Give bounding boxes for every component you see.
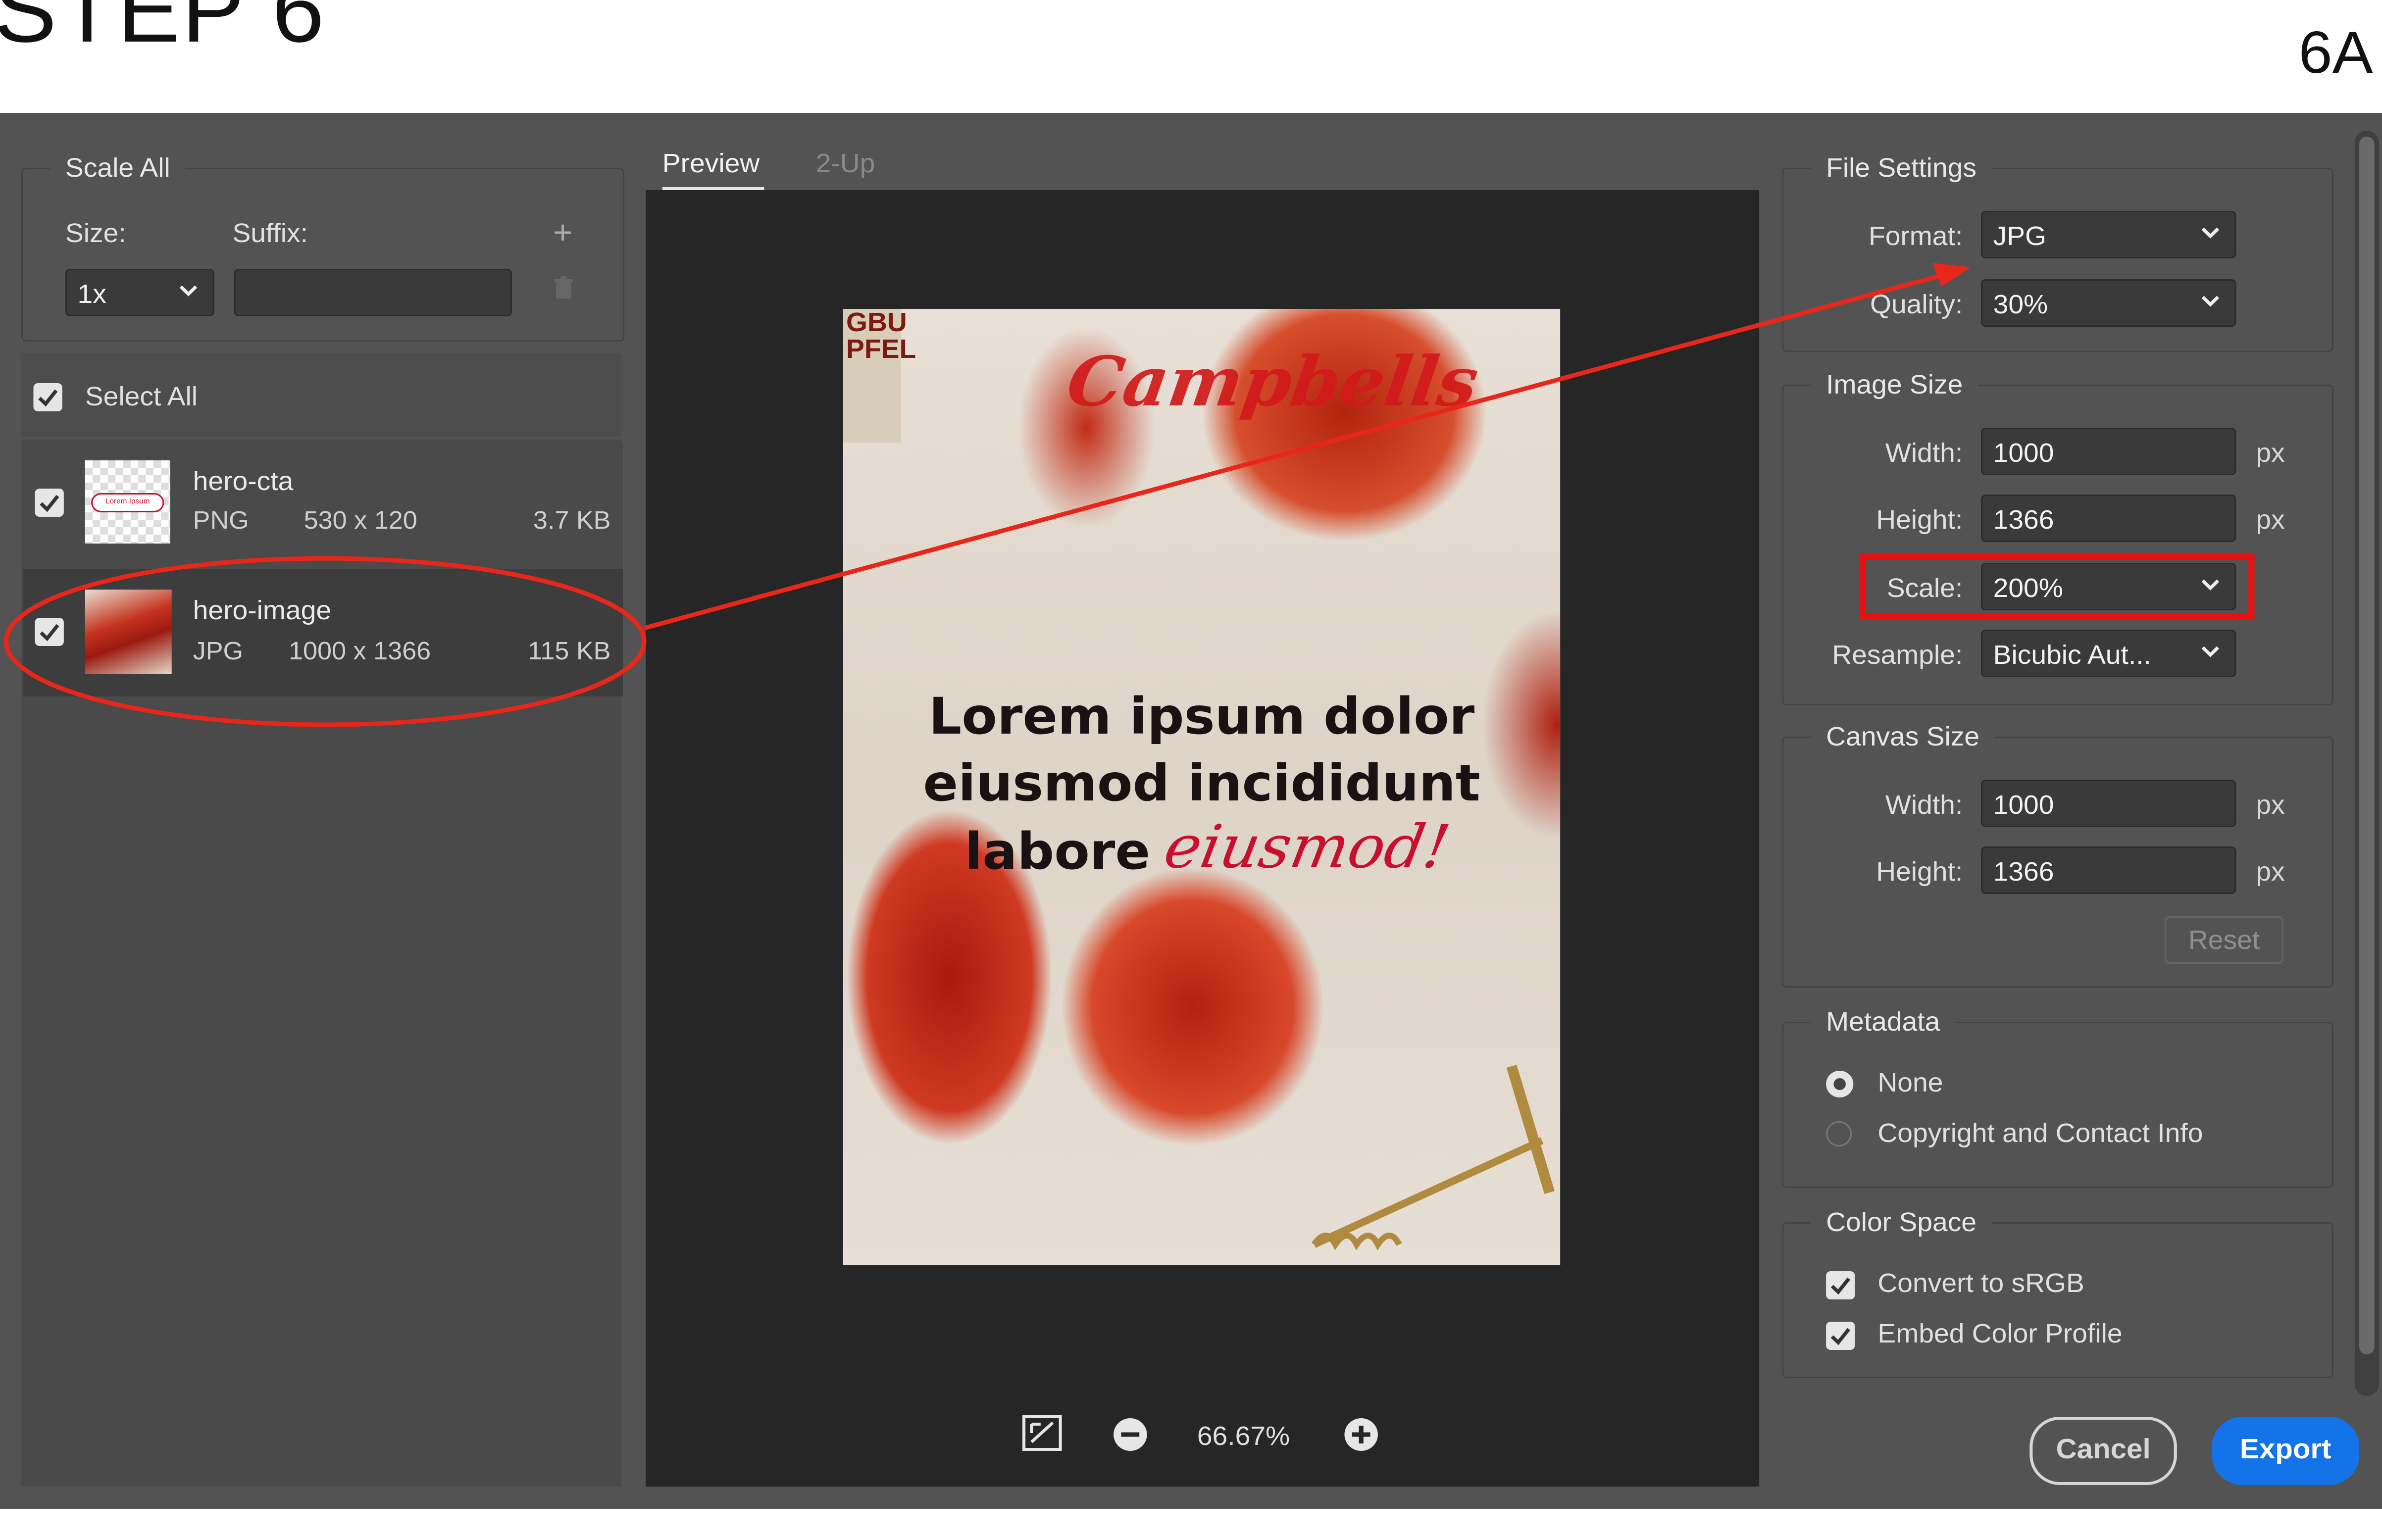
annotation-ellipse: [3, 556, 647, 727]
annotation-scale-box: [1859, 554, 2255, 619]
export-as-dialog: Scale All Size: Suffix: + 1x Select All …: [0, 113, 2382, 1509]
step-code: 6A: [2298, 21, 2373, 86]
annotation-overlay: [3, 263, 2255, 727]
annotation-arrow-head: [1932, 263, 1971, 287]
annotation-arrow-line: [643, 274, 1939, 631]
stage: STEP 6 6A Scale All Size: Suffix: + 1x S…: [0, 0, 2382, 1540]
step-title: STEP 6: [0, 0, 326, 62]
